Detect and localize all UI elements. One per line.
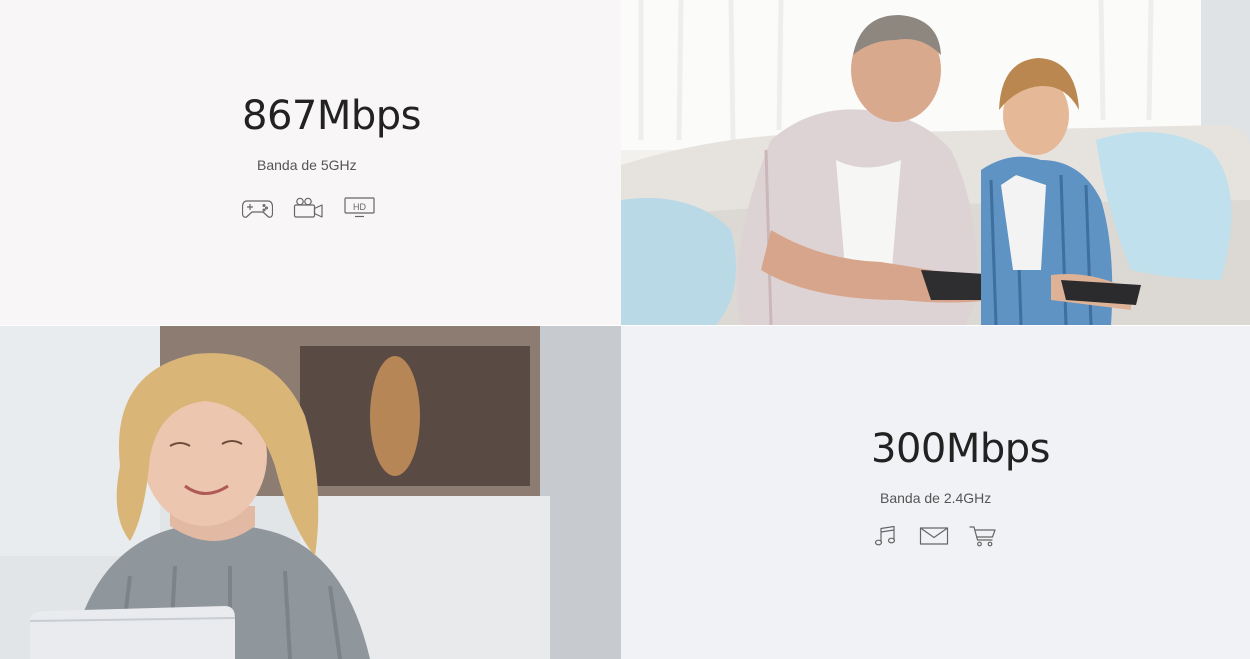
usage-icons-24ghz (873, 525, 997, 547)
music-note-icon (873, 525, 899, 547)
feature-grid: 867Mbps Banda de 5GHz HD 300Mbps Banda d… (0, 0, 1250, 659)
video-camera-icon (293, 197, 324, 219)
speed-24ghz: 300Mbps (871, 426, 1050, 472)
band-24ghz-label: Banda de 2.4GHz (880, 490, 992, 506)
usage-icons-5ghz: HD (242, 197, 375, 219)
mail-envelope-icon (919, 525, 949, 547)
gamepad-icon (242, 197, 273, 219)
band-24ghz-panel: 300Mbps Banda de 2.4GHz (621, 326, 1250, 659)
band-5ghz-panel: 867Mbps Banda de 5GHz HD (0, 0, 621, 325)
hd-tv-icon: HD (344, 197, 375, 219)
band-5ghz-label: Banda de 5GHz (257, 157, 357, 173)
father-and-son-gaming-photo (621, 0, 1250, 325)
hd-badge-text: HD (353, 202, 366, 212)
woman-using-laptop-photo (0, 326, 621, 659)
speed-5ghz: 867Mbps (242, 93, 421, 139)
shopping-cart-icon (969, 525, 997, 547)
